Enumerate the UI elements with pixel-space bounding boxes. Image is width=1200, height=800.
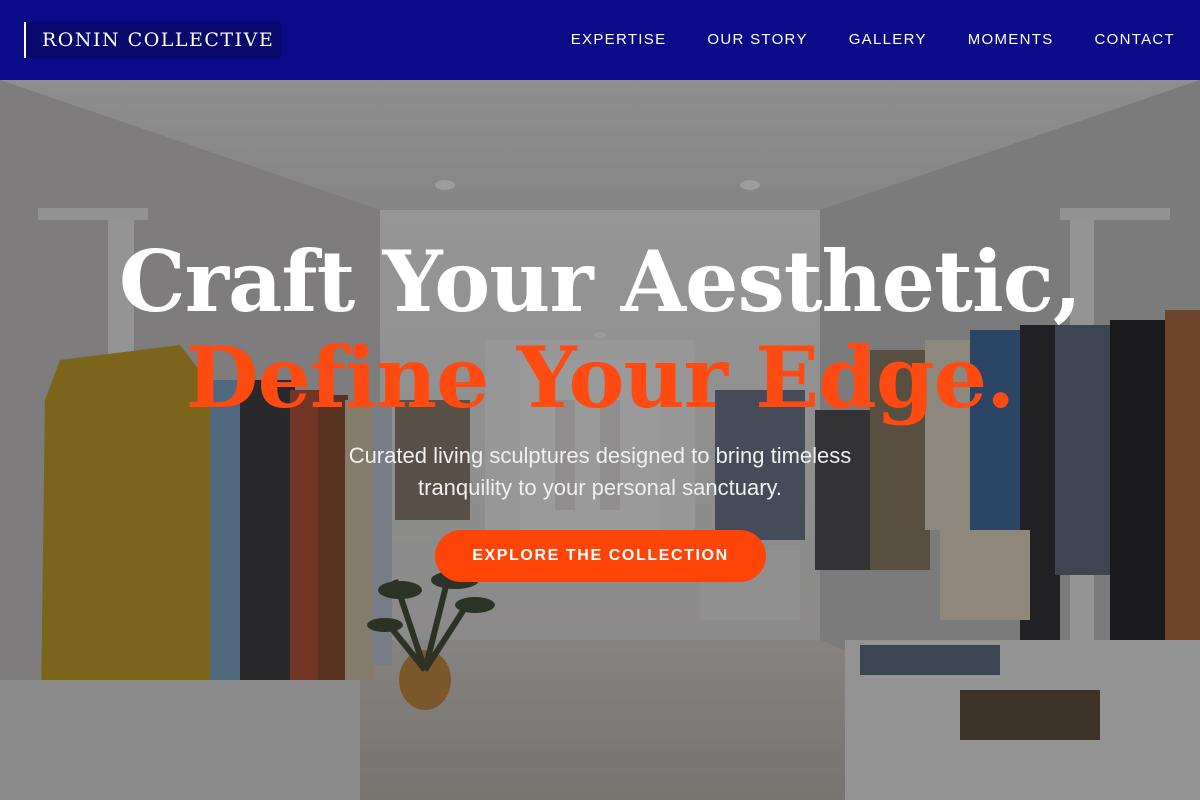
nav-link-moments[interactable]: MOMENTS (968, 30, 1054, 50)
hero-headline-line1: Craft Your Aesthetic, (118, 232, 1082, 331)
brand-logo[interactable]: RONIN COLLECTIVE (24, 22, 281, 58)
brand-name: RONIN COLLECTIVE (42, 29, 275, 51)
top-navbar: RONIN COLLECTIVE EXPERTISE OUR STORY GAL… (0, 0, 1200, 80)
nav-link-expertise[interactable]: EXPERTISE (571, 30, 667, 50)
hero-section: Craft Your Aesthetic, Define Your Edge. … (0, 80, 1200, 800)
hero-subtitle: Curated living sculptures designed to br… (348, 443, 852, 500)
hero-headline-line2: Define Your Edge. (185, 328, 1016, 427)
explore-collection-button[interactable]: EXPLORE THE COLLECTION (435, 530, 766, 582)
hero-content: Craft Your Aesthetic, Define Your Edge. … (0, 80, 1200, 800)
nav-link-our-story[interactable]: OUR STORY (707, 30, 807, 50)
nav-link-contact[interactable]: CONTACT (1095, 30, 1175, 50)
main-nav: EXPERTISE OUR STORY GALLERY MOMENTS CONT… (571, 30, 1175, 50)
nav-link-gallery[interactable]: GALLERY (849, 30, 927, 50)
